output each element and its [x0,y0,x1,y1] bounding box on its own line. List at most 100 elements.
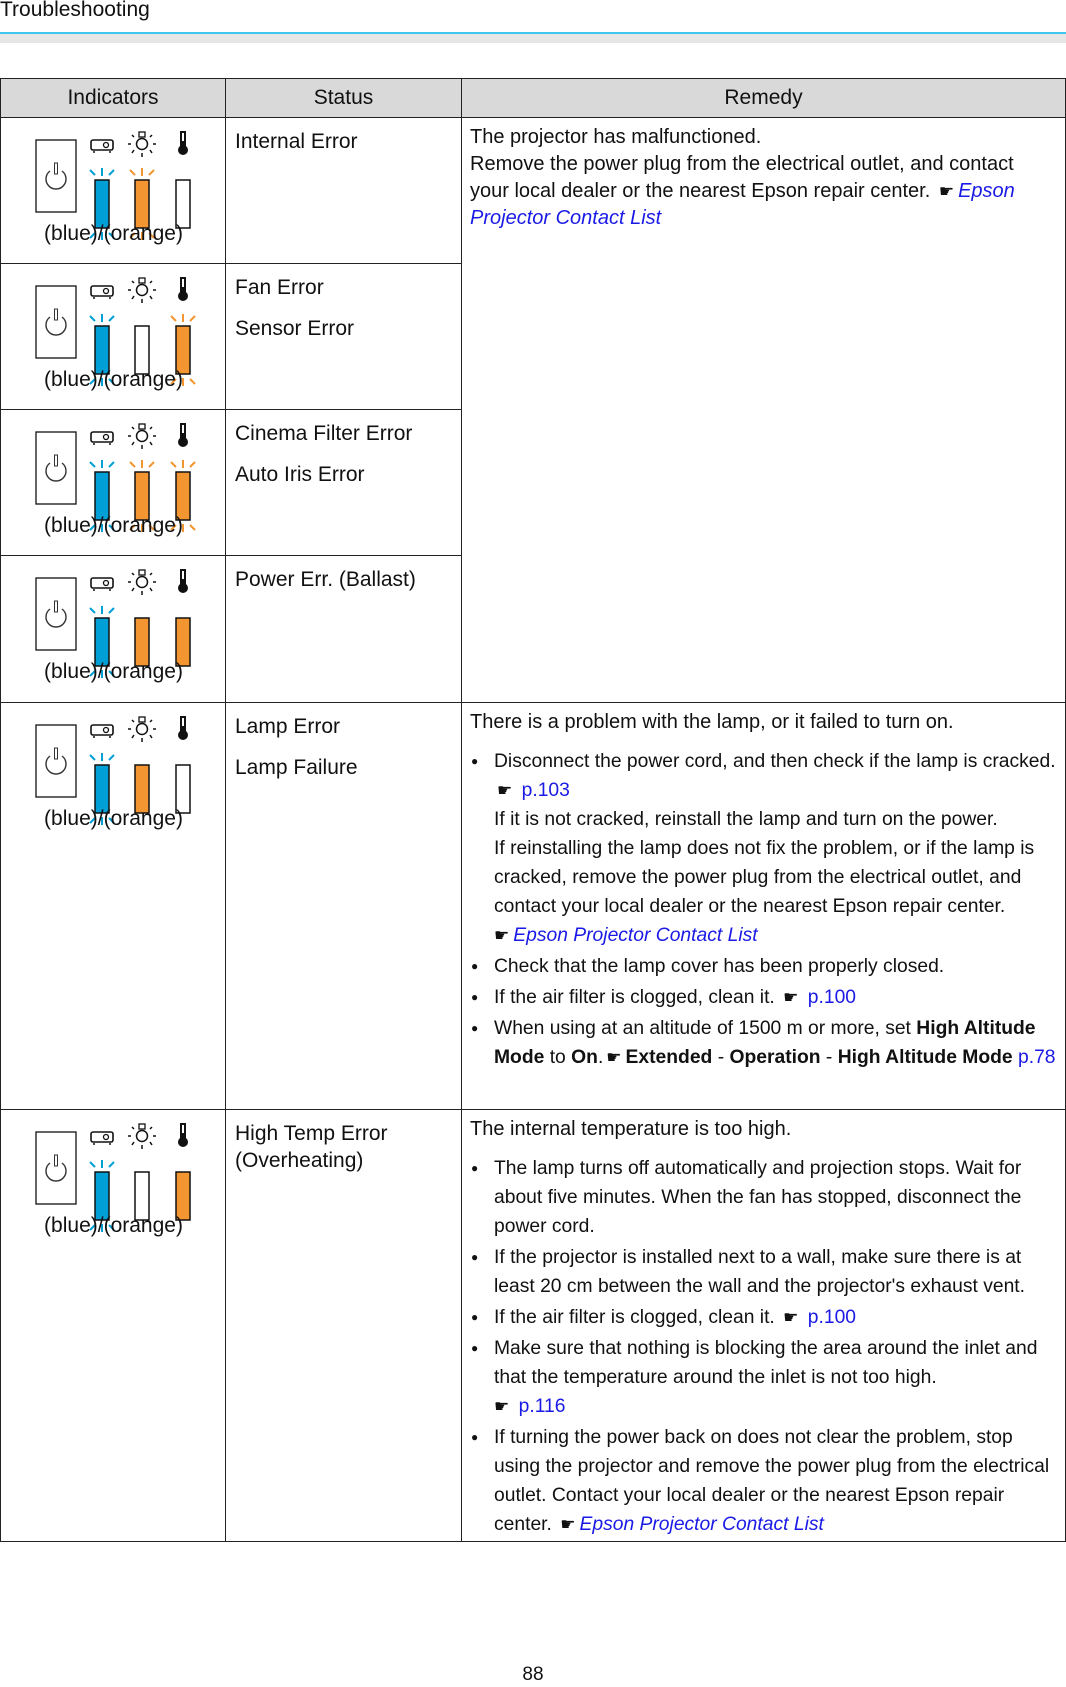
pointing-hand-icon: ☛ [938,182,955,201]
list-item: The lamp turns off automatically and pro… [470,1154,1057,1241]
remedy-line: The projector has malfunctioned. [470,126,762,148]
page-number: 88 [522,1664,544,1685]
temp-indicator-light [175,179,191,229]
list-item: Check that the lamp cover has been prope… [470,952,1057,981]
pointing-hand-icon: ☛ [494,1397,510,1416]
pointing-hand-icon: ☛ [494,926,510,945]
status-text: Auto Iris Error [235,463,365,486]
page-link[interactable]: p.103 [522,780,570,801]
pointing-hand-icon: ☛ [606,1048,622,1067]
power-button-icon [35,285,77,359]
remedy-text: Make sure that nothing is blocking the a… [494,1338,1038,1388]
indicator-color-caption: (blue)/(orange) [44,514,183,537]
indicator-cell: (blue)/(orange) [0,555,226,703]
list-item: If turning the power back on does not cl… [470,1423,1057,1539]
list-item: When using at an altitude of 1500 m or m… [470,1014,1057,1072]
indicator-diagram: (blue)/(orange) [1,703,226,847]
temp-indicator-light [175,617,191,667]
remedy-text: If the air filter is clogged, clean it. [494,987,775,1008]
remedy-cell: The internal temperature is too high. Th… [461,1109,1066,1542]
page-link[interactable]: p.100 [808,987,856,1008]
temp-indicator-light [175,764,191,814]
column-header-remedy: Remedy [461,78,1066,118]
lamp-indicator-light [134,1171,150,1221]
menu-path-item: High Altitude Mode [837,1047,1013,1068]
table-row: (blue)/(orange) Internal Error The proje… [0,117,1066,703]
pointing-hand-icon: ☛ [783,988,799,1007]
temp-indicator-light [175,1171,191,1221]
title-band [0,34,1066,43]
remedy-text: Disconnect the power cord, and then chec… [494,751,1056,772]
list-item: If the air filter is clogged, clean it. … [470,983,1057,1012]
indicator-cell: (blue)/(orange) [0,263,226,410]
power-button-icon [35,139,77,213]
remedy-list: Disconnect the power cord, and then chec… [470,747,1057,1072]
list-item: Make sure that nothing is blocking the a… [470,1334,1057,1421]
contact-list-link[interactable]: Epson Projector Contact List [513,925,757,946]
list-item: If the projector is installed next to a … [470,1243,1057,1301]
indicator-diagram: (blue)/(orange) [1,264,226,408]
temperature-icon [178,423,188,447]
troubleshooting-table: Indicators Status Remedy (blue)/(orange)… [0,78,1066,1542]
pointing-hand-icon: ☛ [497,781,513,800]
remedy-lead: The internal temperature is too high. [470,1118,792,1140]
menu-path-item: Extended [625,1047,713,1068]
status-cell: Internal Error [225,117,462,264]
table-header-row: Indicators Status Remedy [0,78,1066,118]
indicator-diagram: (blue)/(orange) [1,556,226,701]
lamp-indicator-light [134,764,150,814]
temperature-icon [178,716,188,740]
lamp-icon [128,1123,156,1149]
remedy-list: The lamp turns off automatically and pro… [470,1154,1057,1539]
power-button-icon [35,431,77,505]
indicator-diagram: (blue)/(orange) [1,410,226,554]
status-text: Power Err. (Ballast) [235,568,416,591]
temperature-icon [178,569,188,593]
indicator-color-caption: (blue)/(orange) [44,660,183,683]
indicator-color-caption: (blue)/(orange) [44,368,183,391]
status-text: Lamp Error [235,715,341,738]
column-header-indicators: Indicators [0,78,226,118]
projector-icon [90,724,114,738]
remedy-cell: The projector has malfunctioned. Remove … [461,117,1066,703]
status-cell: Power Err. (Ballast) [225,555,462,703]
projector-icon [90,139,114,153]
status-text: Cinema Filter Error [235,422,413,445]
remedy-text: Check that the lamp cover has been prope… [494,956,945,977]
remedy-text: When using at an altitude of 1500 m or m… [494,1018,911,1039]
status-text: Fan Error [235,276,324,299]
status-cell: High Temp Error (Overheating) [225,1109,462,1542]
remedy-cell: There is a problem with the lamp, or it … [461,702,1066,1110]
lamp-icon [128,423,156,449]
page-title: Troubleshooting [0,0,150,21]
temperature-icon [178,277,188,301]
indicator-color-caption: (blue)/(orange) [44,1214,183,1237]
lamp-icon [128,569,156,595]
status-text: Sensor Error [235,317,355,340]
indicator-color-caption: (blue)/(orange) [44,222,183,245]
indicator-color-caption: (blue)/(orange) [44,807,183,830]
lamp-icon [128,716,156,742]
list-item: Disconnect the power cord, and then chec… [470,747,1057,950]
remedy-text: If the projector is installed next to a … [494,1247,1026,1297]
list-item: If the air filter is clogged, clean it. … [470,1303,1057,1332]
power-button-icon [35,724,77,798]
page-link[interactable]: p.78 [1018,1047,1056,1068]
temperature-icon [178,1123,188,1147]
lamp-icon [128,277,156,303]
table-row: (blue)/(orange) High Temp Error (Overhea… [0,1109,1066,1542]
page-link[interactable]: p.100 [808,1307,856,1328]
lamp-icon [128,131,156,157]
power-button-icon [35,1131,77,1205]
status-text: High Temp Error (Overheating) [235,1122,388,1172]
remedy-text: If it is not cracked, reinstall the lamp… [494,809,998,830]
indicator-diagram: (blue)/(orange) [1,118,226,262]
temperature-icon [178,131,188,155]
page-link[interactable]: p.116 [519,1396,566,1417]
remedy-line: Remove the power plug from the electrica… [470,153,1014,202]
column-header-status: Status [225,78,462,118]
table-row: (blue)/(orange) Lamp Error Lamp Failure … [0,702,1066,1110]
status-cell: Cinema Filter Error Auto Iris Error [225,409,462,556]
indicator-cell: (blue)/(orange) [0,117,226,264]
contact-list-link[interactable]: Epson Projector Contact List [580,1514,824,1535]
